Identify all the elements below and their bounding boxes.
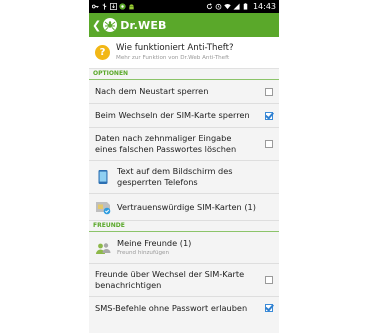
clock: 14:43 — [252, 2, 276, 11]
option-label: Beim Wechseln der SIM-Karte sperren — [95, 110, 250, 120]
my-friends-label: Meine Freunde (1) — [117, 238, 192, 248]
how-it-works-subtitle: Mehr zur Funktion von Dr.Web Anti-Theft — [116, 55, 230, 61]
android-icon — [129, 4, 134, 10]
action-bar: ❮ Dr.WEB — [89, 13, 279, 37]
sync-icon — [206, 3, 213, 10]
checkbox-lock-on-sim-change[interactable] — [265, 111, 273, 120]
option-trusted-sim-cards[interactable]: Vertrauenswürdige SIM-Karten (1) — [89, 194, 279, 221]
spider-icon — [104, 21, 116, 31]
option-label: SMS-Befehle ohne Passwort erlauben — [95, 302, 248, 313]
wifi-icon — [224, 4, 231, 10]
section-options: OPTIONEN — [89, 69, 279, 80]
how-it-works-item[interactable]: ? Wie funktioniert Anti-Theft? Mehr zur … — [89, 37, 279, 69]
option-sms-without-password[interactable]: SMS-Befehle ohne Passwort erlauben — [89, 297, 279, 319]
option-lockscreen-text[interactable]: Text auf dem Bildschirm des gesperrten T… — [89, 161, 279, 194]
phone-icon — [98, 170, 108, 184]
add-friend-hint: Freund hinzufügen — [117, 250, 170, 256]
drweb-logo-icon[interactable] — [103, 18, 118, 32]
option-wipe-after-ten-attempts[interactable]: Daten nach zehnmaliger Eingabe eines fal… — [89, 128, 279, 161]
option-lock-on-sim-change[interactable]: Beim Wechseln der SIM-Karte sperren — [89, 104, 279, 128]
battery-icon — [243, 3, 248, 10]
checkbox-notify-friends[interactable] — [265, 276, 273, 284]
back-icon[interactable]: ❮ — [92, 20, 101, 31]
option-label: Nach dem Neustart sperren — [95, 86, 209, 96]
notification-icons — [92, 3, 135, 10]
option-notify-friends[interactable]: Freunde über Wechsel der SIM-Karte benac… — [89, 264, 279, 297]
help-icon: ? — [95, 45, 110, 60]
my-friends-item[interactable]: Meine Freunde (1) Freund hinzufügen — [89, 232, 279, 264]
option-label: Freunde über Wechsel der SIM-Karte benac… — [95, 269, 245, 290]
checkbox-wipe-after-ten-attempts[interactable] — [265, 140, 273, 148]
phone-screen: 14:43 ❮ Dr.WEB ? Wie funktioniert Anti-T… — [89, 0, 279, 333]
key-icon — [92, 4, 99, 9]
option-lock-after-restart[interactable]: Nach dem Neustart sperren — [89, 80, 279, 104]
section-friends: FREUNDE — [89, 221, 279, 232]
drweb-spider-icon — [119, 3, 126, 10]
checkbox-sms-without-password[interactable] — [265, 304, 273, 312]
option-label: Daten nach zehnmaliger Eingabe eines fal… — [95, 133, 237, 154]
checkbox-lock-after-restart[interactable] — [265, 87, 273, 96]
usb-icon — [102, 3, 107, 10]
sim-card-check-icon — [96, 202, 111, 215]
alarm-icon — [215, 3, 222, 10]
friends-icon — [96, 242, 111, 254]
how-it-works-title: Wie funktioniert Anti-Theft? — [116, 43, 234, 53]
signal-icon — [233, 3, 240, 10]
app-title: Dr.WEB — [120, 18, 167, 32]
download-icon — [110, 3, 117, 10]
status-bar: 14:43 — [89, 0, 279, 13]
system-icons: 14:43 — [206, 2, 276, 11]
option-label: Text auf dem Bildschirm des gesperrten T… — [117, 166, 233, 187]
option-label: Vertrauenswürdige SIM-Karten (1) — [117, 201, 256, 212]
